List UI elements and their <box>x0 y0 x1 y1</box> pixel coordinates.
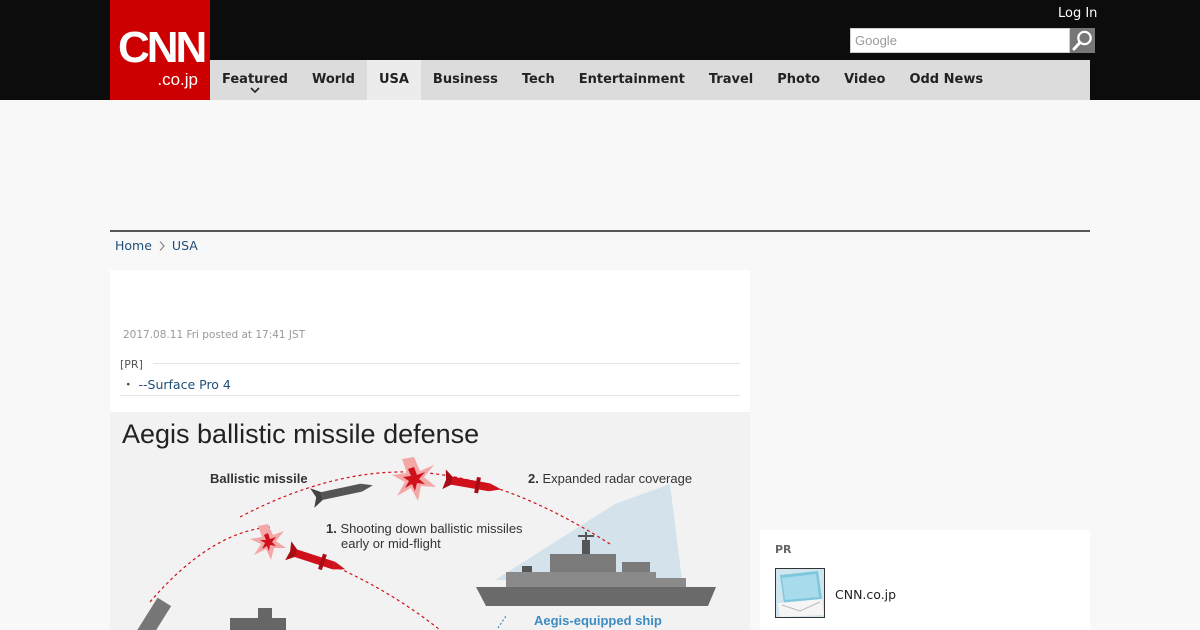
breadcrumb: Home USA <box>115 238 198 253</box>
nav-item-tech[interactable]: Tech <box>510 60 567 100</box>
nav-item-label: Video <box>844 72 886 87</box>
label-ballistic-missile: Ballistic missile <box>210 471 308 486</box>
pr-bullet: ・ <box>122 377 135 392</box>
nav-item-label: Business <box>432 72 498 87</box>
nav-item-label: Tech <box>521 72 555 87</box>
label-radar-coverage: 2. Expanded radar coverage <box>528 471 693 486</box>
search-button[interactable] <box>1070 28 1095 53</box>
nav-item-label: Entertainment <box>578 72 685 87</box>
pr-divider <box>153 363 740 364</box>
search-input[interactable] <box>850 28 1070 53</box>
cnn-logo[interactable]: CNN .co.jp <box>110 0 210 100</box>
section-divider <box>110 230 1090 232</box>
explosion-icon <box>392 457 436 501</box>
nav-item-business[interactable]: Business <box>421 60 510 100</box>
pr-thumbnail[interactable] <box>775 568 825 618</box>
nav-item-label: Odd News <box>909 72 984 87</box>
pr-bottom-divider <box>120 395 740 396</box>
nav-item-label: World <box>311 72 355 87</box>
explosion-icon <box>250 524 286 560</box>
article-timestamp: 2017.08.11 Fri posted at 17:41 JST <box>123 329 306 341</box>
label-shooting-down-line2: early or mid-flight <box>341 536 441 551</box>
nav-item-entertainment[interactable]: Entertainment <box>567 60 697 100</box>
interceptor-missile-icon <box>285 541 346 571</box>
breadcrumb-home[interactable]: Home <box>115 238 152 253</box>
sidebar-pr-link[interactable]: CNN.co.jp <box>835 587 896 602</box>
nav-item-odd-news[interactable]: Odd News <box>897 60 995 100</box>
chevron-down-icon <box>250 87 260 94</box>
pr-list-item: ・ --Surface Pro 4 <box>122 374 231 393</box>
interceptor-missile-icon <box>442 469 502 494</box>
sidebar-pr-label: PR <box>775 543 792 556</box>
nav-item-travel[interactable]: Travel <box>697 60 765 100</box>
nav-item-label: Photo <box>777 72 821 87</box>
chevron-right-icon <box>159 240 165 251</box>
ship-pointer <box>497 615 507 629</box>
launcher-icon <box>136 597 286 630</box>
login-link[interactable]: Log In <box>1058 6 1097 21</box>
nav-item-world[interactable]: World <box>300 60 367 100</box>
nav-item-label: Travel <box>708 72 754 87</box>
label-shooting-down: 1. Shooting down ballistic missiles <box>326 521 523 536</box>
laptop-thumbnail-icon <box>776 569 824 617</box>
logo-main-text: CNN <box>118 23 207 72</box>
pr-label: [PR] <box>120 358 143 371</box>
nav-item-photo[interactable]: Photo <box>765 60 832 100</box>
aegis-infographic: Aegis ballistic missile defense Ballisti… <box>110 412 750 630</box>
article-header: 2017.08.11 Fri posted at 17:41 JST [PR] … <box>110 270 750 412</box>
pr-link-surface[interactable]: --Surface Pro 4 <box>139 377 231 392</box>
label-aegis-ship: Aegis-equipped ship <box>534 613 662 628</box>
ballistic-missile-icon <box>310 483 373 508</box>
nav-item-video[interactable]: Video <box>832 60 897 100</box>
sidebar-pr-box: PR CNN.co.jp <box>760 530 1090 630</box>
main-nav: Featured World USA Business Tech Enterta… <box>210 60 1090 100</box>
missile-trajectory-left <box>149 526 271 603</box>
nav-item-label: Featured <box>222 72 288 87</box>
nav-item-usa[interactable]: USA <box>366 60 421 100</box>
logo-sub-text: .co.jp <box>157 70 198 89</box>
nav-item-featured[interactable]: Featured <box>210 60 300 100</box>
nav-item-label: USA <box>378 72 409 87</box>
search-icon <box>1072 30 1092 51</box>
breadcrumb-usa[interactable]: USA <box>172 238 198 253</box>
